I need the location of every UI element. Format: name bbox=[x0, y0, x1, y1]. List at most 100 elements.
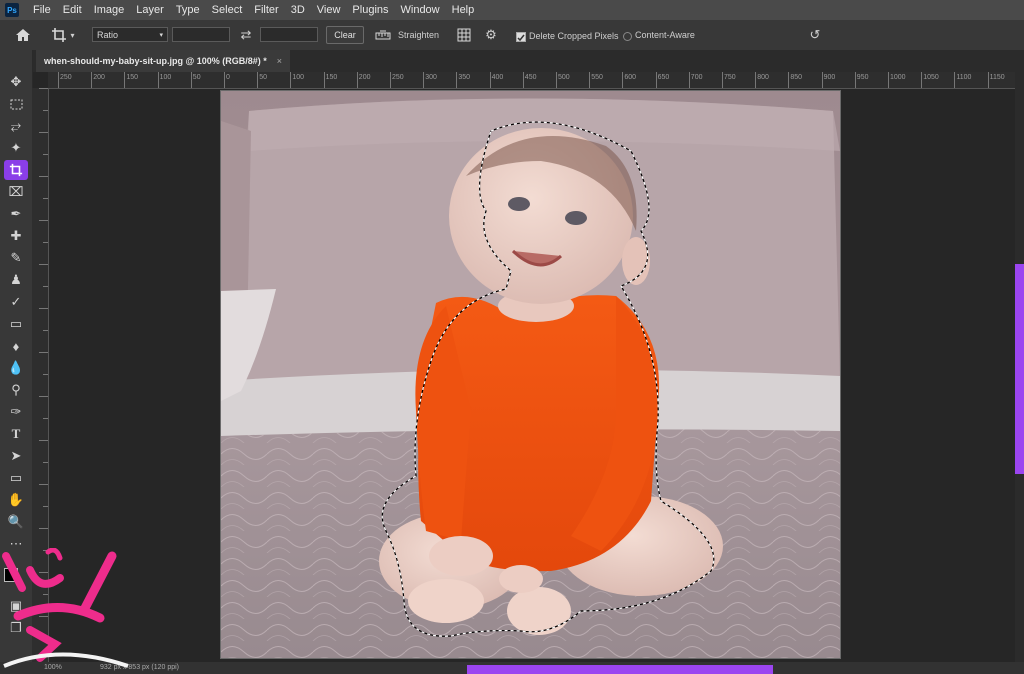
brush-tool-icon[interactable]: ✎ bbox=[4, 248, 28, 268]
ruler-label: 550 bbox=[591, 74, 603, 81]
ruler-tick bbox=[39, 220, 48, 221]
ruler-tick bbox=[290, 72, 292, 88]
delete-cropped-label: Delete Cropped Pixels bbox=[529, 31, 619, 41]
ruler-tick bbox=[43, 506, 48, 507]
ruler-tick bbox=[489, 72, 491, 88]
reset-icon[interactable]: ↺ bbox=[806, 26, 824, 44]
magic-wand-tool-icon[interactable]: ✦ bbox=[4, 138, 28, 158]
ruler-label: 100 bbox=[159, 74, 172, 81]
document-canvas-image[interactable] bbox=[220, 90, 841, 659]
ruler-tick bbox=[43, 462, 48, 463]
menu-window[interactable]: Window bbox=[395, 0, 446, 20]
ruler-tick bbox=[888, 72, 889, 88]
menu-bar: Ps File Edit Image Layer Type Select Fil… bbox=[0, 0, 1024, 20]
ratio-height-input[interactable] bbox=[260, 27, 318, 42]
horizontal-scroll-thumb[interactable] bbox=[467, 665, 773, 674]
menu-help[interactable]: Help bbox=[446, 0, 481, 20]
ruler-label: 150 bbox=[325, 74, 338, 81]
ruler-tick bbox=[722, 72, 723, 88]
clear-button[interactable]: Clear bbox=[326, 26, 364, 44]
chevron-down-icon: ▾ bbox=[70, 30, 75, 40]
photoshop-logo: Ps bbox=[5, 3, 19, 17]
menu-file[interactable]: File bbox=[27, 0, 57, 20]
menu-type[interactable]: Type bbox=[170, 0, 206, 20]
dodge-tool-icon[interactable]: ⚲ bbox=[4, 380, 28, 400]
ruler-label: 450 bbox=[524, 74, 537, 81]
crop-tool-icon[interactable] bbox=[4, 160, 28, 180]
ruler-tick bbox=[43, 242, 48, 243]
document-tab[interactable]: when-should-my-baby-sit-up.jpg @ 100% (R… bbox=[36, 50, 291, 72]
stamp-tool-icon[interactable]: ♟ bbox=[4, 270, 28, 290]
close-icon[interactable]: × bbox=[277, 56, 282, 66]
ruler-tick bbox=[39, 528, 48, 529]
delete-cropped-checkbox[interactable] bbox=[516, 32, 526, 42]
ruler-tick bbox=[39, 440, 48, 441]
home-icon[interactable] bbox=[12, 26, 34, 44]
ratio-select[interactable]: Ratio ▾ bbox=[92, 27, 168, 42]
gear-icon[interactable]: ⚙ bbox=[482, 26, 500, 44]
straighten-label[interactable]: Straighten bbox=[398, 27, 439, 43]
vertical-scroll-thumb[interactable] bbox=[1015, 264, 1024, 474]
ruler-tick bbox=[39, 88, 48, 89]
blur-tool-icon[interactable]: 💧 bbox=[4, 358, 28, 378]
ruler-tick bbox=[356, 72, 358, 88]
ruler-tick bbox=[43, 110, 48, 111]
eyedropper-tool-icon[interactable]: ✒ bbox=[4, 204, 28, 224]
ruler-tick bbox=[43, 418, 48, 419]
ruler-tick bbox=[190, 72, 192, 88]
menu-plugins[interactable]: Plugins bbox=[346, 0, 394, 20]
menu-image[interactable]: Image bbox=[88, 0, 131, 20]
crop-preset-picker[interactable]: ▾ bbox=[48, 26, 78, 44]
ruler-label: 1050 bbox=[923, 74, 939, 81]
hand-tool-icon[interactable]: ✋ bbox=[4, 490, 28, 510]
swap-icon[interactable]: ⇄ bbox=[237, 26, 255, 44]
ruler-label: 1100 bbox=[956, 74, 972, 81]
pen-tool-icon[interactable]: ✑ bbox=[4, 402, 28, 422]
type-tool-icon[interactable]: T bbox=[4, 424, 28, 444]
ruler-tick bbox=[224, 72, 225, 88]
grid-icon[interactable] bbox=[455, 26, 473, 44]
menu-select[interactable]: Select bbox=[206, 0, 249, 20]
watermark-logo bbox=[2, 548, 129, 668]
ruler-tick bbox=[43, 198, 48, 199]
zoom-tool-icon[interactable]: 🔍 bbox=[4, 512, 28, 532]
lasso-tool-icon[interactable]: ⥂ bbox=[4, 116, 28, 136]
ruler-tick bbox=[39, 132, 48, 133]
ruler-tick bbox=[821, 72, 823, 88]
ruler-tick bbox=[124, 72, 126, 88]
ruler-label: 850 bbox=[790, 74, 803, 81]
ruler-label: 1000 bbox=[890, 74, 906, 81]
content-aware-label: Content-Aware bbox=[635, 30, 695, 40]
ruler-label: 400 bbox=[491, 74, 504, 81]
ratio-select-label: Ratio bbox=[97, 30, 119, 40]
history-brush-tool-icon[interactable]: ✓ bbox=[4, 292, 28, 312]
ruler-tick bbox=[39, 308, 48, 309]
menu-filter[interactable]: Filter bbox=[248, 0, 284, 20]
rectangle-tool-icon[interactable]: ▭ bbox=[4, 468, 28, 488]
path-selection-tool-icon[interactable]: ➤ bbox=[4, 446, 28, 466]
straighten-icon[interactable] bbox=[374, 26, 392, 44]
document-tab-bar: » when-should-my-baby-sit-up.jpg @ 100% … bbox=[0, 50, 1024, 72]
frame-tool-icon[interactable]: ⌧ bbox=[4, 182, 28, 202]
ruler-tick bbox=[39, 176, 48, 177]
menu-layer[interactable]: Layer bbox=[130, 0, 170, 20]
content-aware-checkbox[interactable] bbox=[623, 32, 632, 41]
menu-view[interactable]: View bbox=[311, 0, 347, 20]
ruler-tick bbox=[39, 396, 48, 397]
healing-brush-tool-icon[interactable]: ✚ bbox=[4, 226, 28, 246]
move-tool-icon[interactable]: ✥ bbox=[4, 72, 28, 92]
paint-bucket-tool-icon[interactable]: ♦ bbox=[4, 336, 28, 356]
baby-photo bbox=[221, 91, 840, 658]
menu-3d[interactable]: 3D bbox=[285, 0, 311, 20]
marquee-tool-icon[interactable] bbox=[4, 94, 28, 114]
ratio-width-input[interactable] bbox=[172, 27, 230, 42]
ruler-tick bbox=[522, 72, 524, 88]
eraser-tool-icon[interactable]: ▭ bbox=[4, 314, 28, 334]
ruler-tick bbox=[39, 264, 48, 265]
ruler-tick bbox=[58, 72, 59, 88]
menu-edit[interactable]: Edit bbox=[57, 0, 88, 20]
ruler-label: 950 bbox=[856, 74, 869, 81]
ruler-label: 500 bbox=[558, 74, 570, 81]
ruler-label: 350 bbox=[458, 74, 471, 81]
ruler-label: 200 bbox=[93, 74, 105, 81]
